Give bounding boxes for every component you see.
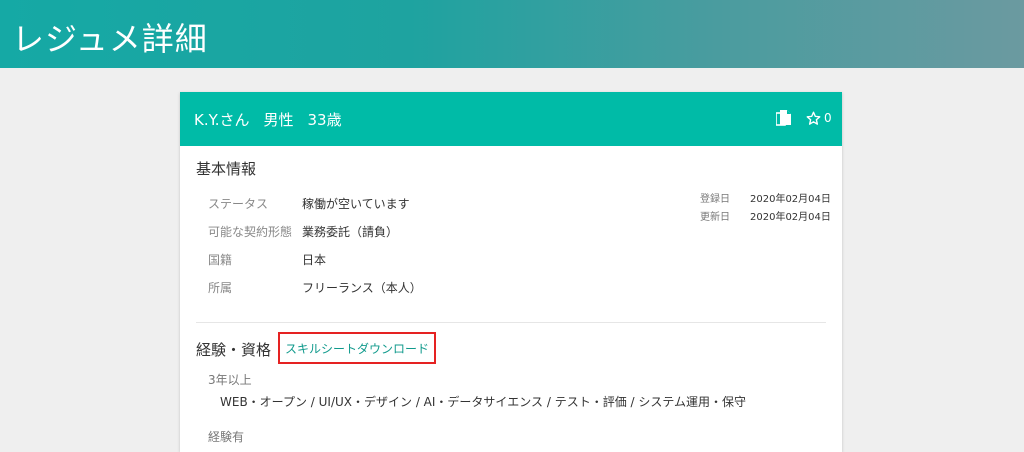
experience-group-label: 3年以上 [208,373,252,387]
registered-date-label: 登録日 [700,194,730,205]
candidate-summary: K.Y.さん 男性 33歳 [194,109,356,130]
experience-title: 経験・資格 [196,341,272,359]
registered-date-value: 2020年02月04日 [750,194,831,205]
top-banner: レジュメ詳細 [0,0,1024,68]
row-label-contract: 可能な契約形態 [208,225,293,239]
candidate-gender: 男性 [263,111,294,129]
favorite-count: 0 [824,111,832,125]
resume-card: K.Y.さん 男性 33歳 0 基本情報 ステータス 稼働が空いています 可能な契約… [180,92,842,452]
experience-group-label: 経験有 [208,430,245,444]
page-title: レジュメ詳細 [12,20,208,58]
row-value-nationality: 日本 [302,253,327,267]
card-header: K.Y.さん 男性 33歳 0 [180,92,842,146]
basic-info-title: 基本情報 [196,160,257,178]
updated-date-value: 2020年02月04日 [750,212,831,223]
row-value-status: 稼働が空いています [302,197,410,211]
experience-group-value: WEB・オープン / UI/UX・デザイン / AI・データサイエンス / テス… [220,395,747,409]
star-icon[interactable] [806,111,821,126]
candidate-initials: K.Y.さん [194,111,250,129]
row-label-status: ステータス [208,197,269,211]
copy-icon[interactable] [776,110,792,128]
row-value-contract: 業務委託（請負） [302,225,399,239]
section-divider [196,322,826,323]
updated-date-label: 更新日 [700,212,730,223]
row-value-affiliation: フリーランス（本人） [302,281,422,295]
row-label-nationality: 国籍 [208,253,233,267]
row-label-affiliation: 所属 [208,281,233,295]
candidate-age: 33歳 [307,111,342,129]
skill-sheet-download-button[interactable]: スキルシートダウンロード [278,332,436,364]
